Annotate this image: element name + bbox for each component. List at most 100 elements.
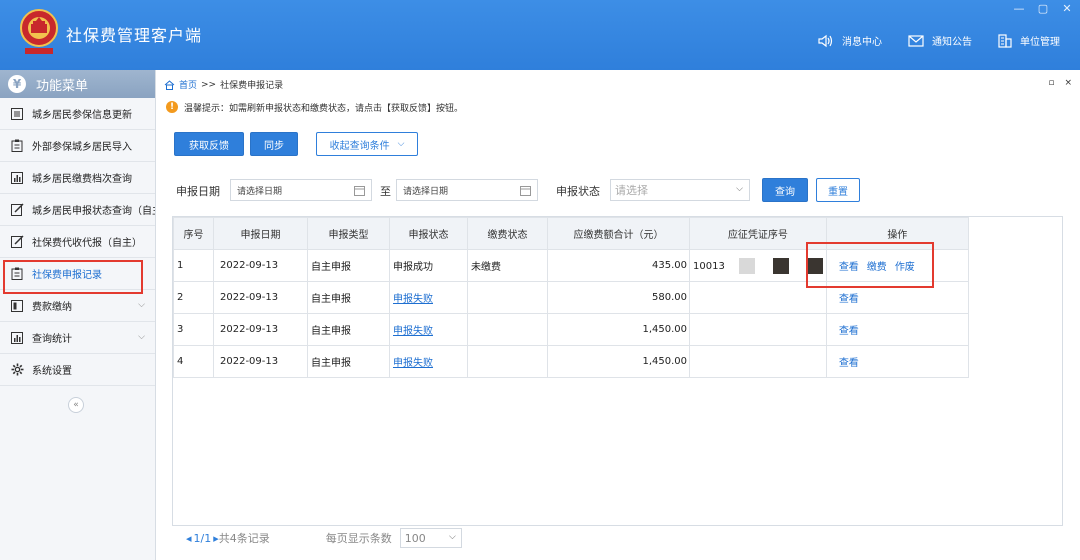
panel-restore-button[interactable]: ▫	[1048, 78, 1054, 88]
amount-due: 580.00	[652, 292, 687, 303]
page-size-value: 100	[404, 531, 426, 545]
nav-message-center[interactable]: 消息中心	[818, 33, 882, 48]
status-fail-link[interactable]: 申报失败	[393, 358, 433, 369]
sidebar-item-1[interactable]: 外部参保城乡居民导入	[0, 130, 155, 162]
sidebar-item-label: 外部参保城乡居民导入	[32, 142, 132, 153]
collapse-filter-label: 收起查询条件	[329, 140, 390, 152]
chevron-down-icon: ⌵	[138, 332, 145, 342]
speaker-icon	[818, 34, 833, 47]
breadcrumb-separator: >>	[201, 79, 217, 90]
column-header: 申报状态	[389, 217, 468, 250]
fetch-feedback-button[interactable]: 获取反馈	[174, 132, 244, 156]
sidebar-item-2[interactable]: 城乡居民缴费档次查询	[0, 162, 155, 194]
sidebar-item-6[interactable]: 费款缴纳 ⌵	[0, 290, 155, 322]
status-label: 申报状态	[556, 185, 600, 198]
cell-amount: 1,450.00	[547, 313, 690, 346]
page-size-select[interactable]: 100 ⌵	[399, 528, 462, 548]
panel-controls: ▫ ×	[1048, 78, 1072, 88]
nav-unit-management[interactable]: 单位管理	[998, 33, 1060, 48]
amount-due: 435.00	[652, 260, 687, 271]
reset-button[interactable]: 重置	[816, 178, 860, 202]
sidebar-item-4[interactable]: 社保费代收代报（自主）	[0, 226, 155, 258]
close-button[interactable]: ✕	[1060, 2, 1074, 15]
end-date-placeholder: 请选择日期	[403, 186, 449, 197]
chevron-down-icon: ⌵	[736, 184, 743, 194]
cell-no: 1	[173, 249, 214, 282]
status-select[interactable]: 请选择 ⌵	[610, 179, 750, 201]
cell-voucher	[689, 313, 827, 346]
tax-emblem-logo	[20, 9, 58, 54]
sidebar: ¥ 功能菜单 城乡居民参保信息更新 外部参保城乡居民导入 城乡居民缴费档次查询 城乡居…	[0, 70, 156, 560]
start-date-input[interactable]: 请选择日期	[230, 179, 372, 201]
cell-pay-status	[467, 345, 548, 378]
query-button[interactable]: 查询	[762, 178, 808, 202]
breadcrumb-home[interactable]: 首页	[179, 78, 197, 91]
sidebar-item-3[interactable]: 城乡居民申报状态查询（自主	[0, 194, 155, 226]
calendar-icon	[354, 186, 365, 196]
sync-button[interactable]: 同步	[250, 132, 298, 156]
view-link[interactable]: 查看	[830, 358, 859, 369]
cell-type: 自主申报	[307, 249, 390, 282]
nav-notice[interactable]: 通知公告	[908, 33, 972, 48]
view-link[interactable]: 查看	[830, 294, 859, 305]
end-date-input[interactable]: 请选择日期	[396, 179, 538, 201]
sidebar-item-label: 社保费代收代报（自主）	[32, 238, 142, 249]
cell-date: 2022-09-13	[213, 281, 308, 314]
sidebar-highlight-box	[3, 260, 143, 294]
pagination: ◂ 1/1 ▸ 共4条记录 每页显示条数 100 ⌵	[186, 528, 462, 548]
maximize-button[interactable]: ▢	[1036, 2, 1050, 15]
chevron-down-icon: ⌵	[397, 139, 405, 149]
voucher-number: 10013	[693, 260, 725, 272]
sidebar-item-8[interactable]: 系统设置	[0, 354, 155, 386]
sidebar-item-label: 城乡居民申报状态查询（自主	[32, 206, 155, 217]
column-header: 缴费状态	[467, 217, 548, 250]
cell-type: 自主申报	[307, 345, 390, 378]
edit-icon	[10, 235, 24, 249]
sidebar-collapse-button[interactable]: «	[68, 397, 84, 413]
status-fail-link[interactable]: 申报失败	[393, 326, 433, 337]
view-link[interactable]: 查看	[830, 326, 859, 337]
cell-amount: 435.00	[547, 249, 690, 282]
column-header: 申报日期	[213, 217, 308, 250]
collapse-filter-button[interactable]: 收起查询条件 ⌵	[316, 132, 418, 156]
cell-pay-status: 未缴费	[467, 249, 548, 282]
cell-pay-status	[467, 313, 548, 346]
table-row[interactable]: 3 2022-09-13 自主申报 申报失败 1,450.00 查看	[173, 313, 969, 346]
prev-page-icon[interactable]: ◂	[186, 532, 192, 545]
book-icon	[10, 299, 24, 313]
amount-due: 1,450.00	[642, 356, 687, 367]
row-number: 4	[177, 356, 184, 367]
chevron-down-icon: ⌵	[448, 532, 456, 542]
sidebar-title: 功能菜单	[36, 78, 89, 94]
column-header: 申报类型	[307, 217, 390, 250]
cell-no: 3	[173, 313, 214, 346]
page-size-label: 每页显示条数	[325, 532, 392, 545]
cell-pay-status	[467, 281, 548, 314]
panel-close-button[interactable]: ×	[1064, 78, 1072, 88]
notice-bar: ! 温馨提示：如需刷新申报状态和缴费状态，请点击【获取反馈】按钮。	[166, 98, 1070, 116]
sidebar-item-label: 系统设置	[32, 366, 72, 377]
declare-status: 申报成功	[393, 262, 433, 273]
column-header: 序号	[173, 217, 214, 250]
page-indicator: ◂ 1/1 ▸	[186, 532, 219, 545]
cell-no: 2	[173, 281, 214, 314]
sidebar-item-7[interactable]: 查询统计 ⌵	[0, 322, 155, 354]
table-row[interactable]: 4 2022-09-13 自主申报 申报失败 1,450.00 查看	[173, 345, 969, 378]
redaction-block	[738, 257, 755, 274]
status-fail-link[interactable]: 申报失败	[393, 294, 433, 305]
breadcrumb-current: 社保费申报记录	[220, 81, 284, 91]
operations-highlight-box	[806, 242, 934, 288]
row-number: 1	[177, 260, 184, 271]
row-number: 3	[177, 324, 184, 335]
list-icon	[10, 107, 24, 121]
calendar-icon	[520, 186, 531, 196]
mail-icon	[908, 34, 924, 47]
sidebar-item-0[interactable]: 城乡居民参保信息更新	[0, 98, 155, 130]
app-title: 社保费管理客户端	[66, 26, 203, 45]
cell-type: 自主申报	[307, 313, 390, 346]
nav-unit-management-label: 单位管理	[1020, 37, 1060, 48]
minimize-button[interactable]: —	[1012, 2, 1026, 15]
status-placeholder: 请选择	[615, 184, 648, 197]
pay-status: 未缴费	[471, 262, 501, 273]
declare-type: 自主申报	[311, 262, 351, 273]
